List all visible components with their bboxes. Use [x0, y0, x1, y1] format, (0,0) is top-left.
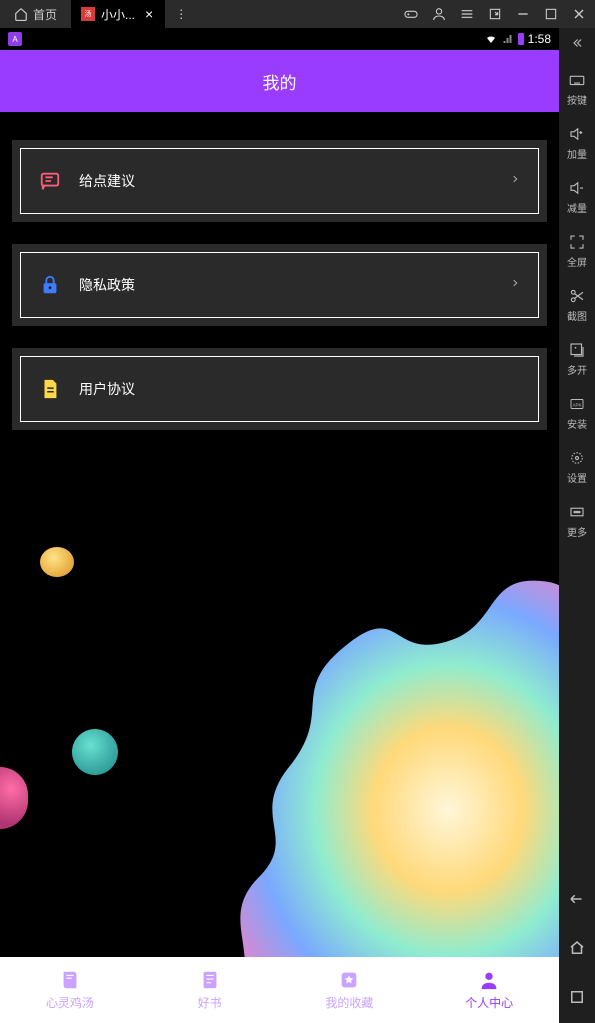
- sidebar-label: 设置: [567, 470, 587, 485]
- sidebar-label: 全屏: [567, 254, 587, 269]
- nav-item-books[interactable]: 好书: [140, 957, 280, 1023]
- multi-open-icon: [568, 341, 586, 359]
- android-recents-icon[interactable]: [568, 974, 586, 1023]
- blob-dot-pink: [0, 767, 28, 829]
- lock-icon: [39, 274, 61, 296]
- menu-label: 给点建议: [79, 171, 510, 191]
- volume-down-icon: [568, 179, 586, 197]
- menu-label: 用户协议: [79, 379, 520, 399]
- menu-item-privacy[interactable]: 隐私政策: [20, 252, 539, 318]
- menu-card-privacy: 隐私政策: [12, 244, 547, 326]
- person-icon: [478, 969, 500, 991]
- nav-label: 个人中心: [465, 994, 513, 1011]
- blob-dot-teal: [72, 729, 118, 775]
- nav-label: 我的收藏: [325, 994, 373, 1011]
- sidebar-label: 多开: [567, 362, 587, 377]
- document-icon: [39, 378, 61, 400]
- battery-icon: [518, 33, 524, 45]
- tab-app[interactable]: 汤 小小... ×: [71, 0, 165, 28]
- apk-icon: APK: [568, 395, 586, 413]
- status-app-badge: A: [8, 32, 22, 46]
- app-header: 我的: [0, 50, 559, 112]
- volume-up-icon: [568, 125, 586, 143]
- tab-close-icon[interactable]: ×: [141, 6, 157, 22]
- sidebar-label: 更多: [567, 524, 587, 539]
- scissors-icon: [568, 287, 586, 305]
- menu-item-agreement[interactable]: 用户协议: [20, 356, 539, 422]
- menu-card-agreement: 用户协议: [12, 348, 547, 430]
- hamburger-icon[interactable]: [459, 6, 475, 22]
- sidebar-item-apk[interactable]: APK 安装: [559, 385, 595, 439]
- sidebar-item-screenshot[interactable]: 截图: [559, 277, 595, 331]
- mini-window-icon[interactable]: [487, 6, 503, 22]
- wallpaper-blobs: [0, 457, 559, 957]
- nav-label: 心灵鸡汤: [46, 994, 94, 1011]
- sidebar-label: 安装: [567, 416, 587, 431]
- settings-icon: [568, 449, 586, 467]
- tab-home[interactable]: 首页: [0, 0, 71, 28]
- sidebar-label: 按键: [567, 92, 587, 107]
- maximize-icon[interactable]: [543, 6, 559, 22]
- nav-item-favorites[interactable]: 我的收藏: [280, 957, 420, 1023]
- sidebar-item-multi[interactable]: 多开: [559, 331, 595, 385]
- phone-viewport: A 1:58 我的: [0, 28, 559, 1023]
- nav-label: 好书: [198, 994, 222, 1011]
- svg-text:APK: APK: [572, 402, 581, 407]
- bottom-nav: 心灵鸡汤 好书 我的收藏 个人中心: [0, 957, 559, 1023]
- menu-card-suggestion: 给点建议: [12, 140, 547, 222]
- app-icon: 汤: [81, 7, 95, 21]
- status-time: 1:58: [528, 32, 551, 46]
- nav-item-soup[interactable]: 心灵鸡汤: [0, 957, 140, 1023]
- good-book-icon: [199, 969, 221, 991]
- wifi-icon: [484, 33, 498, 45]
- sidebar-item-fullscreen[interactable]: 全屏: [559, 223, 595, 277]
- sidebar-item-volume-down[interactable]: 减量: [559, 169, 595, 223]
- sidebar-item-keyboard[interactable]: 按键: [559, 61, 595, 115]
- sidebar-item-volume-up[interactable]: 加量: [559, 115, 595, 169]
- book-icon: [59, 969, 81, 991]
- tabs-menu-icon[interactable]: ⋮: [165, 7, 197, 21]
- sidebar-collapse-icon[interactable]: [568, 28, 586, 61]
- keyboard-icon: [568, 71, 586, 89]
- tab-home-label: 首页: [33, 6, 57, 23]
- sidebar-item-settings[interactable]: 设置: [559, 439, 595, 493]
- blob-dot-yellow: [40, 547, 74, 577]
- blob-main: [139, 517, 559, 957]
- tab-app-label: 小小...: [101, 6, 135, 23]
- menu-label: 隐私政策: [79, 275, 510, 295]
- page-title: 我的: [263, 69, 297, 94]
- android-home-icon[interactable]: [568, 925, 586, 974]
- minimize-icon[interactable]: [515, 6, 531, 22]
- sidebar-label: 截图: [567, 308, 587, 323]
- signal-icon: [502, 33, 514, 45]
- star-icon: [338, 969, 360, 991]
- menu-item-suggestion[interactable]: 给点建议: [20, 148, 539, 214]
- sidebar-item-more[interactable]: 更多: [559, 493, 595, 547]
- sidebar-label: 减量: [567, 200, 587, 215]
- chat-icon: [39, 170, 61, 192]
- sidebar-label: 加量: [567, 146, 587, 161]
- home-icon: [14, 7, 28, 21]
- more-icon: [568, 503, 586, 521]
- chevron-right-icon: [510, 275, 520, 296]
- close-window-icon[interactable]: [571, 6, 587, 22]
- app-content: 给点建议 隐私政策: [0, 112, 559, 957]
- emulator-sidebar: 按键 加量 减量 全屏 截图 多开 APK 安装 设置 更多: [559, 28, 595, 1023]
- fullscreen-icon: [568, 233, 586, 251]
- emulator-topbar: 首页 汤 小小... × ⋮: [0, 0, 595, 28]
- android-status-bar: A 1:58: [0, 28, 559, 50]
- gamepad-icon[interactable]: [403, 6, 419, 22]
- user-icon[interactable]: [431, 6, 447, 22]
- chevron-right-icon: [510, 171, 520, 192]
- android-back-icon[interactable]: [568, 876, 586, 925]
- nav-item-profile[interactable]: 个人中心: [419, 957, 559, 1023]
